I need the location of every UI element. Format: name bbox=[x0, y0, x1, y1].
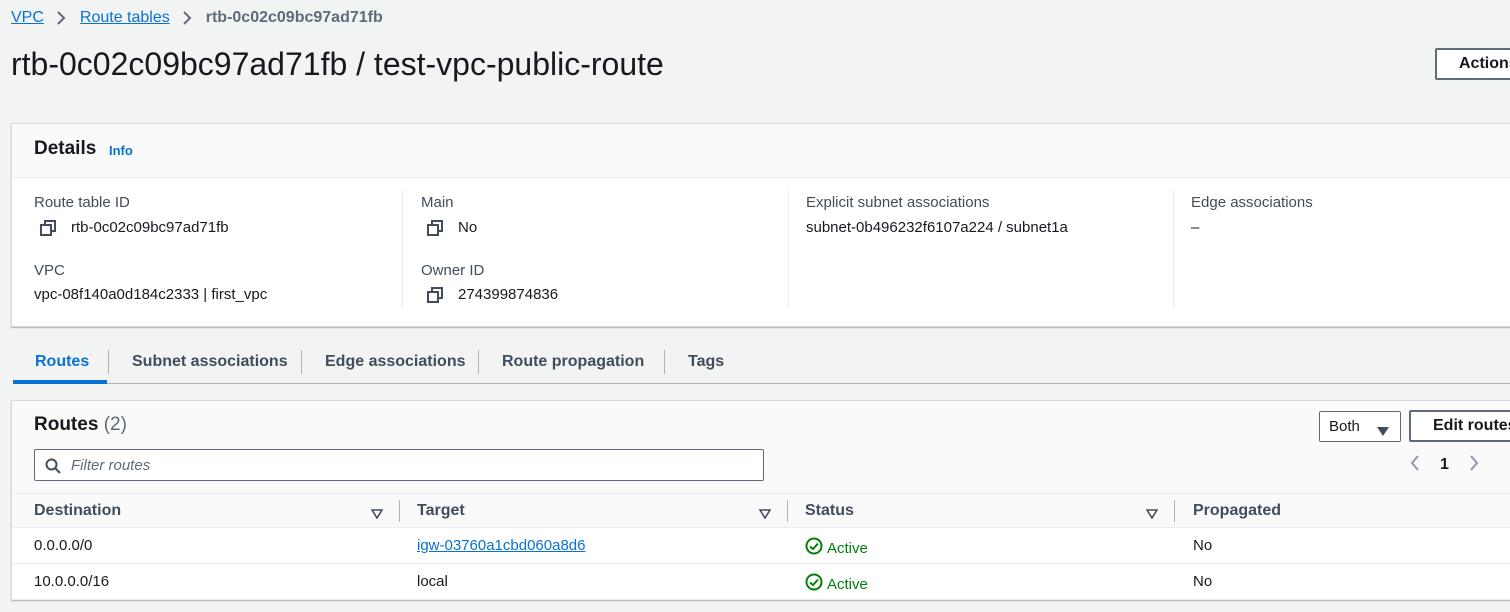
chevron-right-icon bbox=[56, 10, 66, 26]
route-filter-select[interactable]: Both bbox=[1319, 411, 1401, 442]
tabs: Routes Subnet associations Edge associat… bbox=[13, 340, 1510, 384]
column-divider bbox=[402, 190, 403, 308]
main-value: No bbox=[427, 219, 477, 236]
vpc-label: VPC bbox=[34, 262, 65, 279]
chevron-right-icon bbox=[182, 10, 192, 26]
breadcrumb: VPC Route tables rtb-0c02c09bc97ad71fb bbox=[11, 8, 383, 28]
explicit-subnet-label: Explicit subnet associations bbox=[806, 194, 990, 211]
details-title: Details bbox=[34, 138, 97, 159]
owner-id-value: 274399874836 bbox=[427, 286, 558, 303]
sort-icon[interactable] bbox=[1145, 506, 1159, 524]
edge-associations-value: – bbox=[1191, 219, 1200, 236]
page-number[interactable]: 1 bbox=[1440, 456, 1449, 474]
explicit-subnet-link[interactable]: subnet-0b496232f6107a224 / subnet1a bbox=[806, 219, 1068, 236]
chevron-right-icon[interactable] bbox=[1469, 454, 1479, 477]
edge-associations-label: Edge associations bbox=[1191, 194, 1313, 211]
chevron-left-icon[interactable] bbox=[1410, 454, 1420, 477]
propagated-cell: No bbox=[1193, 537, 1213, 554]
tab-edge-associations[interactable]: Edge associations bbox=[325, 340, 466, 383]
table-row: 0.0.0.0/0 igw-03760a1cbd060a8d6 Active N… bbox=[12, 528, 1510, 564]
tab-divider bbox=[478, 350, 479, 374]
status-text: Active bbox=[827, 539, 868, 557]
status-success-icon bbox=[805, 537, 823, 559]
tab-divider bbox=[301, 350, 302, 374]
page-title: rtb-0c02c09bc97ad71fb / test-vpc-public-… bbox=[11, 46, 664, 82]
sort-icon[interactable] bbox=[758, 506, 772, 524]
column-header-status[interactable]: Status bbox=[805, 502, 854, 520]
route-table-id-label: Route table ID bbox=[34, 194, 130, 211]
routes-title: Routes (2) bbox=[34, 414, 127, 436]
tab-subnet-associations[interactable]: Subnet associations bbox=[132, 340, 288, 383]
tab-divider bbox=[108, 350, 109, 374]
breadcrumb-vpc-link[interactable]: VPC bbox=[11, 9, 44, 27]
tab-route-propagation[interactable]: Route propagation bbox=[502, 340, 644, 383]
status-cell: Active bbox=[805, 573, 868, 595]
target-link[interactable]: igw-03760a1cbd060a8d6 bbox=[417, 537, 585, 554]
routes-panel: Routes (2) Both Edit routes 1 Destinatio… bbox=[11, 400, 1510, 600]
destination-cell: 0.0.0.0/0 bbox=[34, 537, 93, 554]
copy-icon[interactable] bbox=[40, 219, 56, 236]
status-success-icon bbox=[805, 573, 823, 595]
details-header: Details Info bbox=[12, 124, 1510, 178]
active-tab-indicator bbox=[13, 380, 107, 384]
sort-icon[interactable] bbox=[370, 506, 384, 524]
copy-icon[interactable] bbox=[427, 286, 443, 303]
breadcrumb-current: rtb-0c02c09bc97ad71fb bbox=[205, 9, 383, 26]
column-divider bbox=[1173, 190, 1174, 308]
route-table-id-value: rtb-0c02c09bc97ad71fb bbox=[40, 219, 229, 236]
owner-id-label: Owner ID bbox=[421, 262, 485, 279]
tab-divider bbox=[664, 350, 665, 374]
tab-tags[interactable]: Tags bbox=[688, 340, 724, 383]
owner-id-text: 274399874836 bbox=[458, 286, 559, 303]
info-link[interactable]: Info bbox=[109, 143, 133, 158]
main-text: No bbox=[458, 219, 478, 236]
search-icon bbox=[45, 458, 61, 479]
breadcrumb-route-tables-link[interactable]: Route tables bbox=[80, 9, 170, 27]
route-filter-select-value: Both bbox=[1329, 418, 1360, 435]
caret-down-icon bbox=[1377, 423, 1389, 440]
status-cell: Active bbox=[805, 537, 868, 559]
propagated-cell: No bbox=[1193, 573, 1213, 590]
column-header-destination[interactable]: Destination bbox=[34, 502, 121, 520]
target-cell: local bbox=[417, 573, 448, 590]
routes-title-text: Routes bbox=[34, 414, 99, 435]
filter-routes-field[interactable] bbox=[34, 449, 764, 481]
tab-routes[interactable]: Routes bbox=[35, 340, 89, 383]
details-panel: Details Info Route table ID rtb-0c02c09b… bbox=[11, 123, 1510, 327]
filter-routes-input[interactable] bbox=[71, 454, 751, 476]
actions-button[interactable]: Actions bbox=[1435, 48, 1510, 80]
column-divider bbox=[399, 500, 400, 522]
pagination: 1 bbox=[1410, 453, 1479, 477]
column-header-propagated[interactable]: Propagated bbox=[1193, 502, 1281, 520]
destination-cell: 10.0.0.0/16 bbox=[34, 573, 110, 590]
column-header-target[interactable]: Target bbox=[417, 502, 465, 520]
column-divider bbox=[788, 190, 789, 308]
vpc-link[interactable]: vpc-08f140a0d184c2333 | first_vpc bbox=[34, 286, 267, 303]
status-text: Active bbox=[827, 575, 868, 593]
table-row: 10.0.0.0/16 local Active No bbox=[12, 564, 1510, 600]
main-label: Main bbox=[421, 194, 454, 211]
column-divider bbox=[787, 500, 788, 522]
routes-count: (2) bbox=[103, 414, 127, 435]
routes-table-header: Destination Target Status Propagated bbox=[12, 493, 1510, 528]
column-divider bbox=[1174, 500, 1175, 522]
route-table-id-text: rtb-0c02c09bc97ad71fb bbox=[71, 219, 229, 236]
edit-routes-button[interactable]: Edit routes bbox=[1409, 410, 1510, 442]
copy-icon[interactable] bbox=[427, 219, 443, 236]
